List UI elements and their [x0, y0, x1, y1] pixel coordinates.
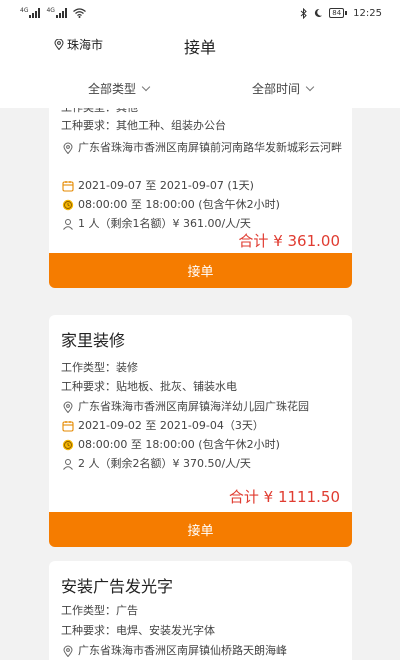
address-row: 广东省珠海市香洲区南屏镇仙桥路天朗海峰 [61, 643, 346, 659]
time-row: 08:00:00 至 18:00:00 (包含午休2小时) [61, 437, 346, 453]
signal-icon: 4G [20, 7, 41, 18]
calendar-icon [62, 421, 74, 432]
status-bar: 4G 4G 84 12:25 [0, 0, 400, 26]
people-text: 1 人（剩余1名额）¥ 361.00/人/天 [78, 217, 251, 230]
page-title: 接单 [183, 38, 216, 57]
location-pin-icon [63, 645, 73, 657]
wifi-icon [73, 8, 86, 18]
time-text: 08:00:00 至 18:00:00 (包含午休2小时) [78, 198, 280, 211]
work-requirement-row: 工种要求： 贴地板、批灰、铺装水电 [61, 379, 346, 395]
battery-icon: 84 [329, 8, 348, 18]
work-type-label: 工作类型： [61, 361, 116, 374]
total-price: 合计 ¥ 361.00 [238, 232, 340, 250]
accept-order-button[interactable]: 接单 [49, 512, 352, 547]
work-type-label: 工作类型： [61, 108, 116, 116]
address-text: 广东省珠海市香洲区南屏镇海洋幼儿园广珠花园 [78, 400, 309, 413]
address-text: 广东省珠海市香洲区南屏镇仙桥路天朗海峰 [78, 644, 287, 657]
work-type-row: 工作类型： 广告 [61, 603, 346, 619]
filter-bar: 全部类型 全部时间 [0, 64, 400, 108]
coin-clock-icon [62, 199, 74, 211]
work-type-row: 工作类型： 装修 [61, 360, 346, 376]
location-pin-icon [63, 401, 73, 413]
job-title: 家里装修 [61, 331, 126, 350]
work-requirement-label: 工种要求： [61, 624, 116, 637]
network-type-label: 4G [46, 7, 55, 14]
moon-icon [315, 8, 323, 17]
app-header: 珠海市 接单 [0, 26, 400, 64]
location-pin-icon [63, 142, 73, 154]
time-filter-dropdown[interactable]: 全部时间 [252, 80, 315, 97]
status-right: 84 12:25 [300, 7, 382, 19]
work-type-value: 其他 [116, 108, 138, 116]
people-row: 2 人（剩余2名额）¥ 370.50/人/天 [61, 456, 346, 472]
type-filter-dropdown[interactable]: 全部类型 [88, 80, 151, 97]
type-filter-label: 全部类型 [88, 82, 137, 96]
date-row: 2021-09-07 至 2021-09-07 (1天) [61, 178, 346, 194]
person-icon [63, 219, 73, 230]
address-row: 广东省珠海市香洲区南屏镇海洋幼儿园广珠花园 [61, 399, 346, 415]
accept-order-button[interactable]: 接单 [49, 253, 352, 288]
work-requirement-label: 工种要求： [61, 119, 116, 132]
person-icon [63, 459, 73, 470]
date-text: 2021-09-02 至 2021-09-04（3天） [78, 419, 264, 432]
time-text: 08:00:00 至 18:00:00 (包含午休2小时) [78, 438, 280, 451]
work-type-label: 工作类型： [61, 604, 116, 617]
total-price: 合计 ¥ 1111.50 [228, 488, 340, 506]
work-requirement-value: 贴地板、批灰、铺装水电 [116, 380, 237, 393]
job-card: 安装广告发光字 工作类型： 广告 工种要求： 电焊、安装发光字体 广东省珠海市香洲区… [49, 561, 352, 660]
work-requirement-value: 其他工种、组装办公台 [116, 119, 226, 132]
work-requirement-label: 工种要求： [61, 380, 116, 393]
work-type-value: 装修 [116, 361, 138, 374]
date-row: 2021-09-02 至 2021-09-04（3天） [61, 418, 346, 434]
coin-clock-icon [62, 439, 74, 451]
chevron-down-icon [305, 82, 315, 91]
work-requirement-row: 工种要求： 电焊、安装发光字体 [61, 623, 346, 639]
job-card: 工作类型：其他 工种要求：其他工种、组装办公台 广东省珠海市香洲区南屏镇前河南路… [49, 108, 352, 288]
job-title: 安装广告发光字 [61, 577, 174, 596]
time-row: 08:00:00 至 18:00:00 (包含午休2小时) [61, 197, 346, 213]
work-type-row: 工作类型：其他 [61, 108, 346, 116]
address-row: 广东省珠海市香洲区南屏镇前河南路华发新城彩云河畔 [61, 140, 346, 156]
status-left: 4G 4G [20, 8, 86, 18]
job-card: 家里装修 工作类型： 装修 工种要求： 贴地板、批灰、铺装水电 广东省珠海市香洲区南… [49, 315, 352, 547]
work-requirement-value: 电焊、安装发光字体 [116, 624, 215, 637]
clock-time: 12:25 [353, 7, 382, 19]
network-type-label: 4G [20, 7, 29, 14]
time-filter-label: 全部时间 [252, 82, 301, 96]
address-text: 广东省珠海市香洲区南屏镇前河南路华发新城彩云河畔 [78, 141, 342, 154]
work-type-value: 广告 [116, 604, 138, 617]
work-requirement-row: 工种要求： 其他工种、组装办公台 [61, 118, 346, 134]
chevron-down-icon [141, 82, 151, 91]
job-list[interactable]: 工作类型：其他 工种要求：其他工种、组装办公台 广东省珠海市香洲区南屏镇前河南路… [0, 108, 400, 660]
date-text: 2021-09-07 至 2021-09-07 (1天) [78, 179, 254, 192]
signal-icon: 4G [46, 7, 67, 18]
bluetooth-icon [300, 7, 307, 19]
people-text: 2 人（剩余2名额）¥ 370.50/人/天 [78, 457, 251, 470]
calendar-icon [62, 181, 74, 192]
battery-level: 84 [329, 8, 345, 18]
